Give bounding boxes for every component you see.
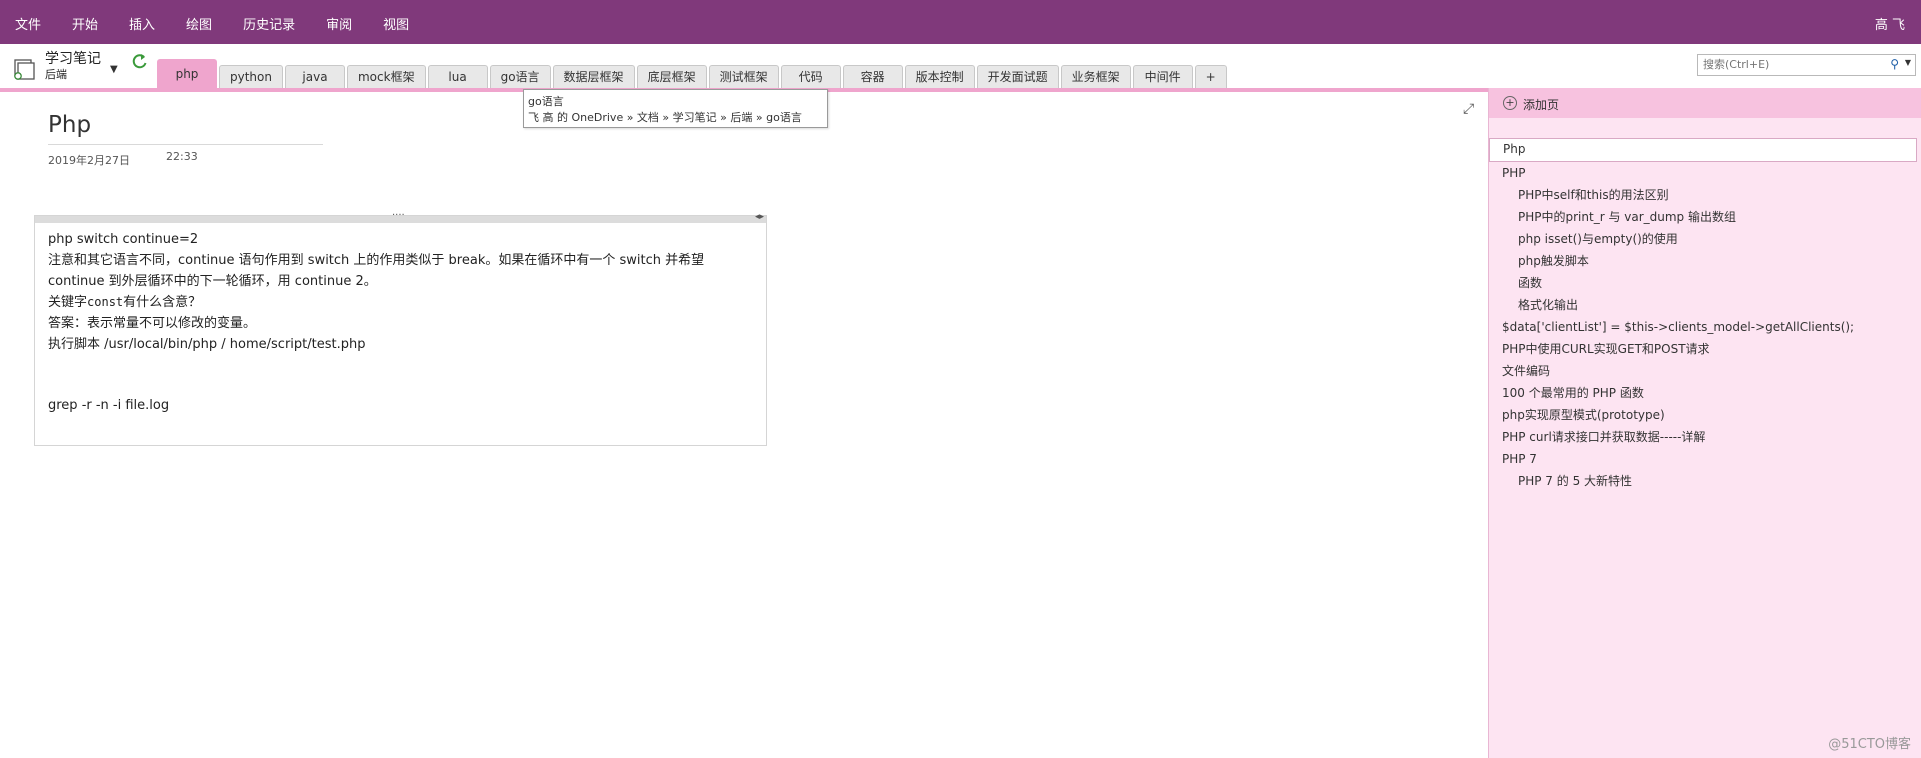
tooltip-path: 飞 高 的 OneDrive » 文档 » 学习笔记 » 后端 » go语言 [528,111,802,124]
page-list-item[interactable]: PHP curl请求接口并获取数据-----详解 [1489,426,1921,448]
page-list-item[interactable]: PHP中使用CURL实现GET和POST请求 [1489,338,1921,360]
tooltip-title: go语言 [528,95,564,108]
page-list-item[interactable]: php触发脚本 [1489,250,1921,272]
ribbon-menu-bar: 文件 开始 插入 绘图 历史记录 审阅 视图 高 飞 [0,0,1921,44]
sync-icon[interactable] [131,53,149,71]
drag-dots-icon[interactable]: ···· [392,210,405,221]
section-tooltip: go语言 飞 高 的 OneDrive » 文档 » 学习笔记 » 后端 » g… [523,89,828,128]
page-filter-field[interactable]: Php [1489,138,1917,162]
page-list-item[interactable]: 函数 [1489,272,1921,294]
tab-version-control[interactable]: 版本控制 [904,65,975,88]
page-list-item[interactable]: PHP中self和this的用法区别 [1489,184,1921,206]
user-name[interactable]: 高 飞 [1875,14,1905,33]
chevron-down-icon[interactable]: ▼ [1905,58,1911,67]
page-filter-value: Php [1503,142,1526,156]
search-input[interactable] [1698,55,1883,73]
search-box: ⚲ ▼ [1697,54,1916,76]
page-date: 2019年2月27日 [48,154,130,167]
add-section-button[interactable]: + [1194,65,1227,88]
tab-php[interactable]: php [157,59,217,88]
note-spacer [48,355,704,395]
page-list-panel: + 添加页 Php PHP PHP中self和this的用法区别 PHP中的prin… [1488,88,1921,758]
page-list: PHP PHP中self和this的用法区别 PHP中的print_r 与 var_… [1489,162,1921,492]
page-list-item[interactable]: php实现原型模式(prototype) [1489,404,1921,426]
search-icon[interactable]: ⚲ [1890,57,1899,71]
section-tabs: php python java mock框架 lua go语言 数据层框架 底层… [157,56,1229,88]
tab-python[interactable]: python [219,65,283,88]
add-page-icon: + [1503,96,1517,110]
add-page-label: 添加页 [1523,98,1560,112]
expand-icon[interactable]: ⤢ [1463,101,1474,117]
tab-test-framework[interactable]: 测试框架 [708,65,779,88]
page-list-item[interactable]: php isset()与empty()的使用 [1489,228,1921,250]
section-tabs-bar: 学习笔记 后端 ▼ php python java mock框架 lua go语… [0,44,1921,92]
page-list-item[interactable]: PHP 7 的 5 大新特性 [1489,470,1921,492]
tab-lua[interactable]: lua [427,65,488,88]
page-title[interactable]: Php [48,112,91,138]
note-line: 答案：表示常量不可以修改的变量。 [48,316,257,331]
note-text: 关键字 [48,295,88,310]
add-page-button[interactable]: + 添加页 [1489,88,1921,118]
note-drag-handle[interactable]: ···· ◂▸ [35,210,766,223]
note-code: const [87,295,124,309]
menu-file[interactable]: 文件 [15,14,41,33]
tab-go[interactable]: go语言 [489,65,551,88]
tab-data-layer[interactable]: 数据层框架 [552,65,635,88]
page-list-item[interactable]: 100 个最常用的 PHP 函数 [1489,382,1921,404]
tab-base-layer[interactable]: 底层框架 [636,65,707,88]
menu-items: 文件 开始 插入 绘图 历史记录 审阅 视图 [15,14,440,33]
menu-history[interactable]: 历史记录 [243,14,295,33]
tab-java[interactable]: java [284,65,345,88]
tab-business-framework[interactable]: 业务框架 [1060,65,1131,88]
notebook-title[interactable]: 学习笔记 [45,48,101,68]
page-list-item[interactable]: 格式化输出 [1489,294,1921,316]
menu-insert[interactable]: 插入 [129,14,155,33]
page-list-item[interactable]: $data['clientList'] = $this->clients_mod… [1489,316,1921,338]
note-line: continue 到外层循环中的下一轮循环，用 continue 2。 [48,274,377,289]
tab-container[interactable]: 容器 [842,65,903,88]
chevron-down-icon[interactable]: ▼ [110,64,118,75]
page-list-item[interactable]: PHP中的print_r 与 var_dump 输出数组 [1489,206,1921,228]
note-line: php switch continue=2 [48,232,199,247]
note-line: grep -r -n -i file.log [48,398,170,413]
menu-home[interactable]: 开始 [72,14,98,33]
title-divider [48,144,323,145]
note-line: 执行脚本 /usr/local/bin/php / home/script/te… [48,337,366,352]
notebook-section-group[interactable]: 后端 [45,66,67,82]
note-line: 注意和其它语言不同，continue 语句作用到 switch 上的作用类似于 … [48,253,705,268]
note-line: 关键字const有什么含意？ [48,292,704,313]
menu-review[interactable]: 审阅 [326,14,352,33]
page-time: 22:33 [166,150,198,163]
page-list-item[interactable]: 文件编码 [1489,360,1921,382]
tab-interview[interactable]: 开发面试题 [976,65,1059,88]
tab-middleware[interactable]: 中间件 [1132,65,1193,88]
note-body[interactable]: php switch continue=2 注意和其它语言不同，continue… [48,229,704,416]
menu-draw[interactable]: 绘图 [186,14,212,33]
menu-view[interactable]: 视图 [383,14,409,33]
page-list-item[interactable]: PHP [1489,162,1921,184]
tab-mock[interactable]: mock框架 [346,65,426,88]
tab-code[interactable]: 代码 [780,65,841,88]
resize-arrows-icon[interactable]: ◂▸ [755,212,764,222]
notebook-icon[interactable] [12,58,36,80]
page-list-item[interactable]: PHP 7 [1489,448,1921,470]
note-container[interactable]: ···· ◂▸ php switch continue=2 注意和其它语言不同，… [34,210,767,446]
note-text: 有什么含意？ [123,295,202,310]
watermark: @51CTO博客 [1828,737,1911,752]
